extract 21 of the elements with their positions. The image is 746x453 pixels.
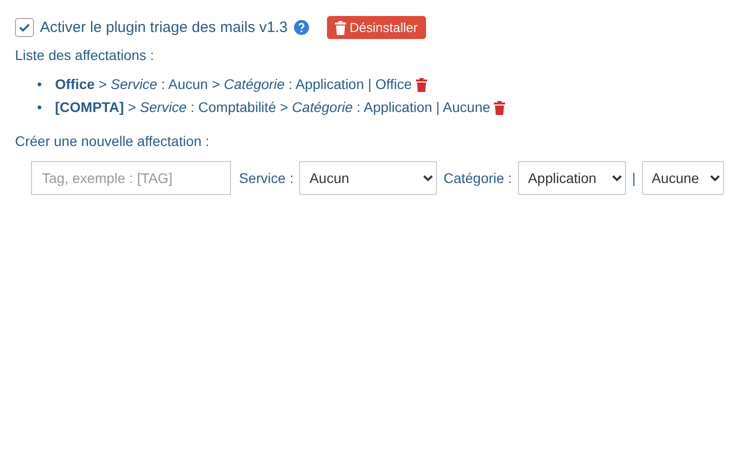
trash-icon[interactable]: [334, 20, 346, 34]
plugin-checkbox[interactable]: [15, 18, 34, 37]
separator: |: [632, 170, 636, 186]
trash-icon[interactable]: [494, 100, 506, 114]
tag-input-field[interactable]: Tag, exemple : [TAG]: [31, 161, 231, 195]
help-icon[interactable]: [294, 20, 309, 35]
subcategory-select[interactable]: Aucune: [642, 161, 724, 195]
category-label: Catégorie :: [443, 170, 512, 186]
assignment-text: Office > Service : Aucun > Catégorie : Application | Office: [55, 75, 412, 94]
uninstall-button[interactable]: Désinstaller: [326, 16, 426, 39]
bullet: •: [37, 75, 43, 94]
check-icon: [19, 23, 30, 32]
assignment-text: [COMPTA] > Service : Comptabilité > Catégorie : Application | Aucune: [55, 98, 490, 117]
service-select[interactable]: Aucun: [299, 161, 438, 195]
service-label: Service :: [239, 170, 294, 186]
category-select[interactable]: Application: [518, 161, 626, 195]
bullet: •: [37, 98, 43, 117]
create-title: Créer une nouvelle affectation :: [15, 133, 210, 149]
trash-icon[interactable]: [416, 78, 427, 92]
plugin-label: Activer le plugin triage des mails v1.3: [40, 19, 288, 36]
list-title: Liste des affectations :: [15, 47, 156, 63]
